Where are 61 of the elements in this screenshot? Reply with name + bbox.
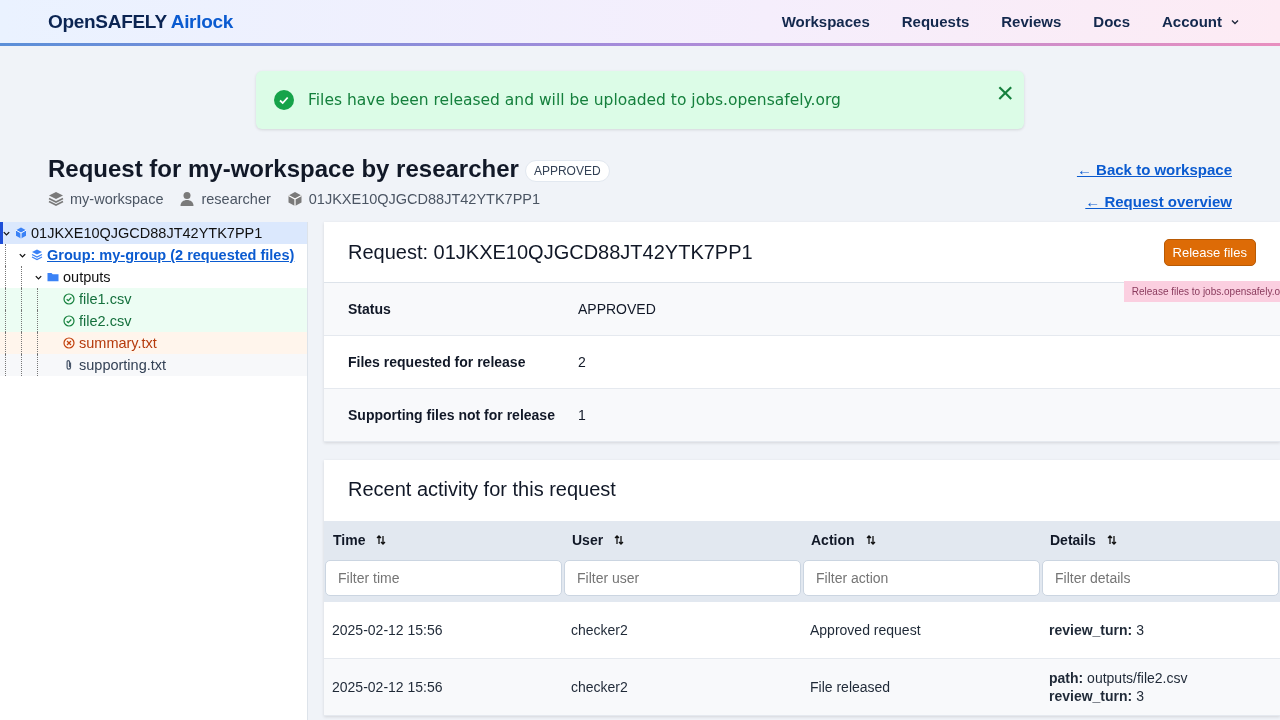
filter-field[interactable]: Filter details (1042, 560, 1279, 596)
column-header[interactable]: Time (324, 521, 563, 559)
check-circle-icon (274, 90, 294, 110)
nav-link[interactable]: Reviews (1001, 13, 1062, 30)
filter-field[interactable]: Filter time (325, 560, 562, 596)
tooltip: Release files to jobs.opensafely.o (1123, 281, 1280, 302)
nav-link[interactable]: Workspaces (781, 13, 870, 30)
field-value: APPROVED (578, 301, 656, 317)
detail-text: path: outputs/file2.csv (1049, 669, 1189, 687)
folder-icon (47, 271, 59, 283)
field-label: Status (348, 301, 392, 317)
sort-icon (613, 534, 626, 546)
nav-link[interactable]: Docs (1093, 13, 1130, 30)
filter-field[interactable]: Filter user (564, 560, 801, 596)
table-cell-text: checker2 (571, 679, 629, 695)
page-title: Request for my-workspace by researcher (48, 155, 519, 183)
alert-message: Files have been released and will be uploaded to jobs.opensafely.org (308, 91, 842, 109)
field-label: Files requested for release (348, 354, 527, 370)
tree-item[interactable]: supporting.txt (0, 354, 307, 376)
table-cell-text: Approved request (810, 622, 922, 638)
table-cell-text: File released (810, 679, 892, 695)
card-title: Recent activity for this request (347, 477, 617, 502)
account-menu[interactable]: Account (1162, 13, 1240, 30)
column-header[interactable]: Action (802, 521, 1041, 559)
detail-text: review_turn: 3 (1049, 621, 1145, 639)
back-link[interactable]: ← Request overview (1085, 193, 1232, 210)
user-icon (179, 191, 196, 207)
table-cell-text: 2025-02-12 15:56 (332, 622, 444, 638)
tree-item[interactable]: summary.txt (0, 332, 307, 354)
meta-label: my-workspace (70, 191, 164, 207)
field-label: Supporting files not for release (348, 407, 556, 423)
tree-item[interactable]: 01JKXE10QJGCD88JT42YTK7PP1 (0, 222, 307, 244)
table-cell-text: 2025-02-12 15:56 (332, 679, 444, 695)
tree-item[interactable]: Group: my-group (2 requested files) (0, 244, 307, 266)
cube-icon (15, 227, 27, 239)
detail-text: review_turn: 3 (1049, 687, 1145, 705)
tree-item[interactable]: file1.csv (0, 288, 307, 310)
column-header[interactable]: Details (1041, 521, 1280, 559)
sort-icon (375, 534, 388, 546)
table-cell-text: checker2 (571, 622, 629, 638)
field-value: 1 (578, 407, 586, 423)
column-header[interactable]: User (563, 521, 802, 559)
meta-label: 01JKXE10QJGCD88JT42YTK7PP1 (308, 191, 541, 207)
status-badge: APPROVED (524, 160, 610, 182)
layers-icon (31, 249, 43, 261)
back-link[interactable]: ← Back to workspace (1076, 161, 1232, 178)
check-circle-icon (63, 315, 75, 327)
site-logo[interactable]: OpenSAFELY Airlock (48, 10, 234, 33)
card-title: Request: 01JKXE10QJGCD88JT42YTK7PP1 (348, 240, 753, 264)
layers-icon (48, 191, 64, 207)
close-button[interactable]: × (996, 81, 1014, 105)
check-circle-icon (63, 293, 75, 305)
meta-label: researcher (201, 191, 271, 207)
x-circle-icon (63, 337, 75, 349)
sort-icon (864, 534, 877, 546)
filter-field[interactable]: Filter action (803, 560, 1040, 596)
tree-item[interactable]: file2.csv (0, 310, 307, 332)
nav-link[interactable]: Requests (901, 13, 970, 30)
field-value: 2 (578, 354, 586, 370)
sort-icon (1105, 534, 1118, 546)
cube-icon (286, 191, 303, 207)
